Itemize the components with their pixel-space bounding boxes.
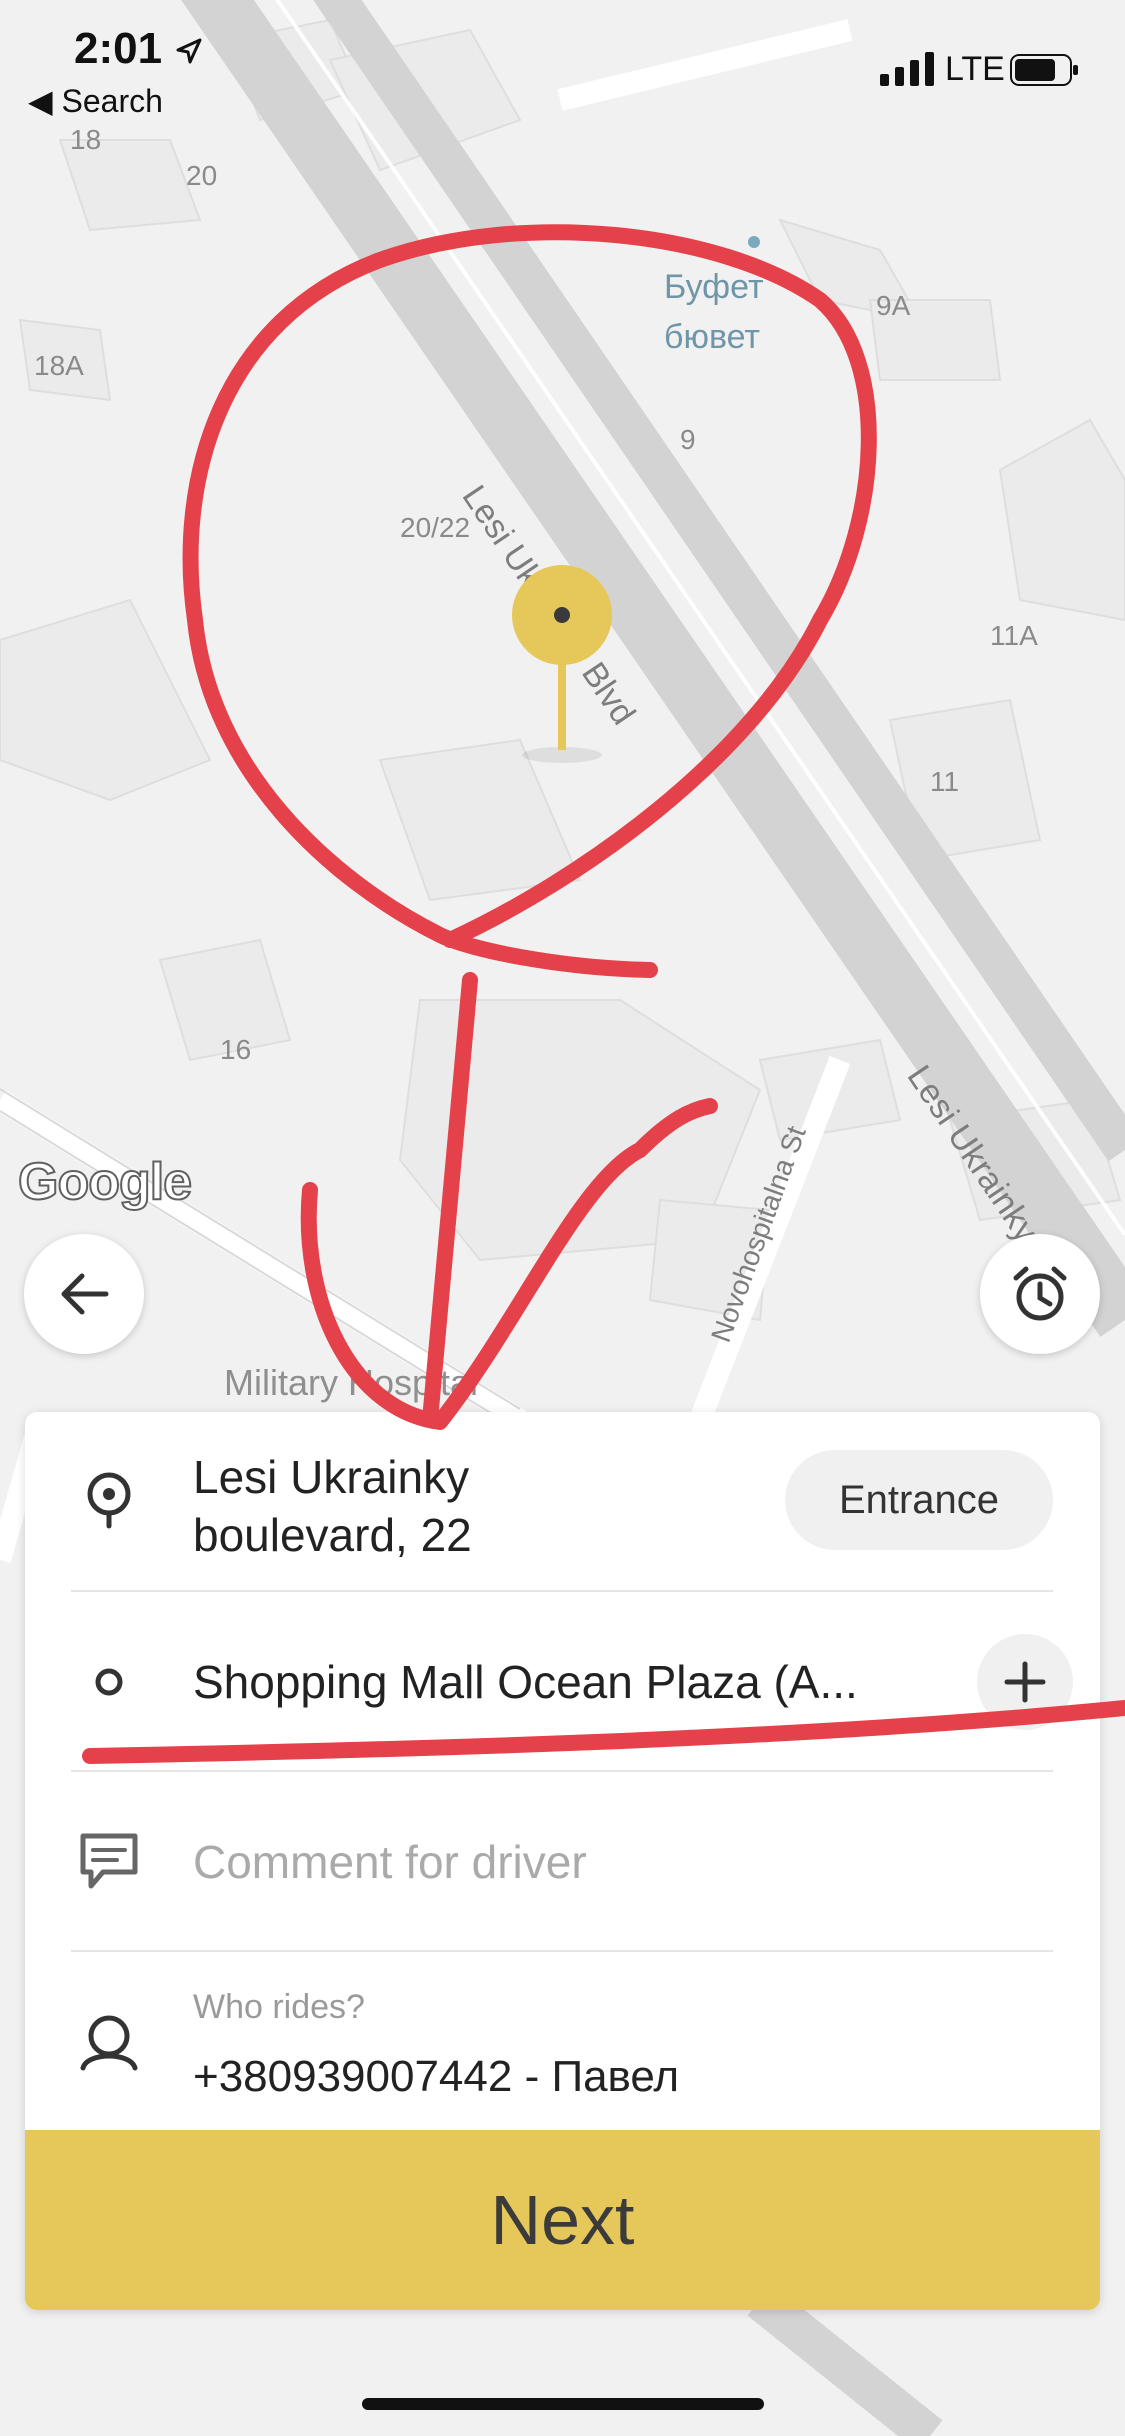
building-number: 9A xyxy=(876,290,911,321)
add-stop-button[interactable] xyxy=(977,1634,1073,1730)
entrance-button[interactable]: Entrance xyxy=(785,1450,1053,1550)
back-to-search-link[interactable]: ◀ Search xyxy=(28,82,163,120)
building-number: 11A xyxy=(990,620,1038,651)
destination-dot-icon xyxy=(95,1668,123,1696)
building-number: 11 xyxy=(930,766,960,797)
building-number: 9 xyxy=(680,424,696,455)
home-indicator[interactable] xyxy=(362,2398,764,2410)
next-button[interactable]: Next xyxy=(25,2130,1100,2310)
rider-value[interactable]: +380939007442 - Павел xyxy=(193,2052,679,2102)
pickup-address-line2: boulevard, 22 xyxy=(193,1509,472,1561)
back-button[interactable] xyxy=(24,1234,144,1354)
pickup-address[interactable]: Lesi Ukrainky boulevard, 22 xyxy=(193,1448,773,1564)
cellular-signal-icon xyxy=(880,52,934,86)
schedule-button[interactable] xyxy=(980,1234,1100,1354)
person-icon xyxy=(80,2015,138,2071)
location-pin-icon xyxy=(87,1472,131,1529)
google-attribution: Google xyxy=(17,1152,193,1212)
building-number: 16 xyxy=(220,1034,252,1065)
poi-label[interactable]: Буфет бювет xyxy=(664,262,764,362)
destination-address[interactable]: Shopping Mall Ocean Plaza (A... xyxy=(193,1592,933,1772)
pickup-pin-icon[interactable] xyxy=(512,565,612,765)
comment-icon xyxy=(80,1833,138,1889)
poi-name-line2: бювет xyxy=(664,318,761,356)
time-text: 2:01 xyxy=(74,24,163,73)
rider-row[interactable]: Who rides? +380939007442 - Павел xyxy=(25,1952,1100,2130)
rider-label: Who rides? xyxy=(193,1988,365,2026)
destination-row[interactable]: Shopping Mall Ocean Plaza (A... xyxy=(25,1592,1100,1772)
comment-field[interactable]: Comment for driver xyxy=(193,1772,587,1952)
pickup-row[interactable]: Lesi Ukrainky boulevard, 22 Entrance xyxy=(25,1412,1100,1592)
poi-dot xyxy=(748,236,760,248)
building-number: 20 xyxy=(186,160,218,191)
location-arrow-icon xyxy=(176,38,202,64)
building-number: 20/22 xyxy=(400,512,471,543)
pickup-address-line1: Lesi Ukrainky xyxy=(193,1451,470,1503)
battery-icon xyxy=(1010,54,1078,86)
building-number: 18A xyxy=(34,350,84,381)
network-type: LTE xyxy=(945,50,1005,88)
arrow-left-icon xyxy=(61,1273,109,1315)
alarm-clock-icon xyxy=(1013,1266,1067,1321)
ride-form-card: Lesi Ukrainky boulevard, 22 Entrance Sho… xyxy=(25,1412,1100,2310)
comment-row[interactable]: Comment for driver xyxy=(25,1772,1100,1952)
poi-name-line1: Буфет xyxy=(664,268,764,306)
status-time: 2:01 xyxy=(74,24,204,74)
status-bar: 2:01 ◀ Search LTE xyxy=(0,0,1125,130)
place-label: Military Hospital xyxy=(224,1362,479,1403)
plus-icon xyxy=(1004,1661,1046,1703)
